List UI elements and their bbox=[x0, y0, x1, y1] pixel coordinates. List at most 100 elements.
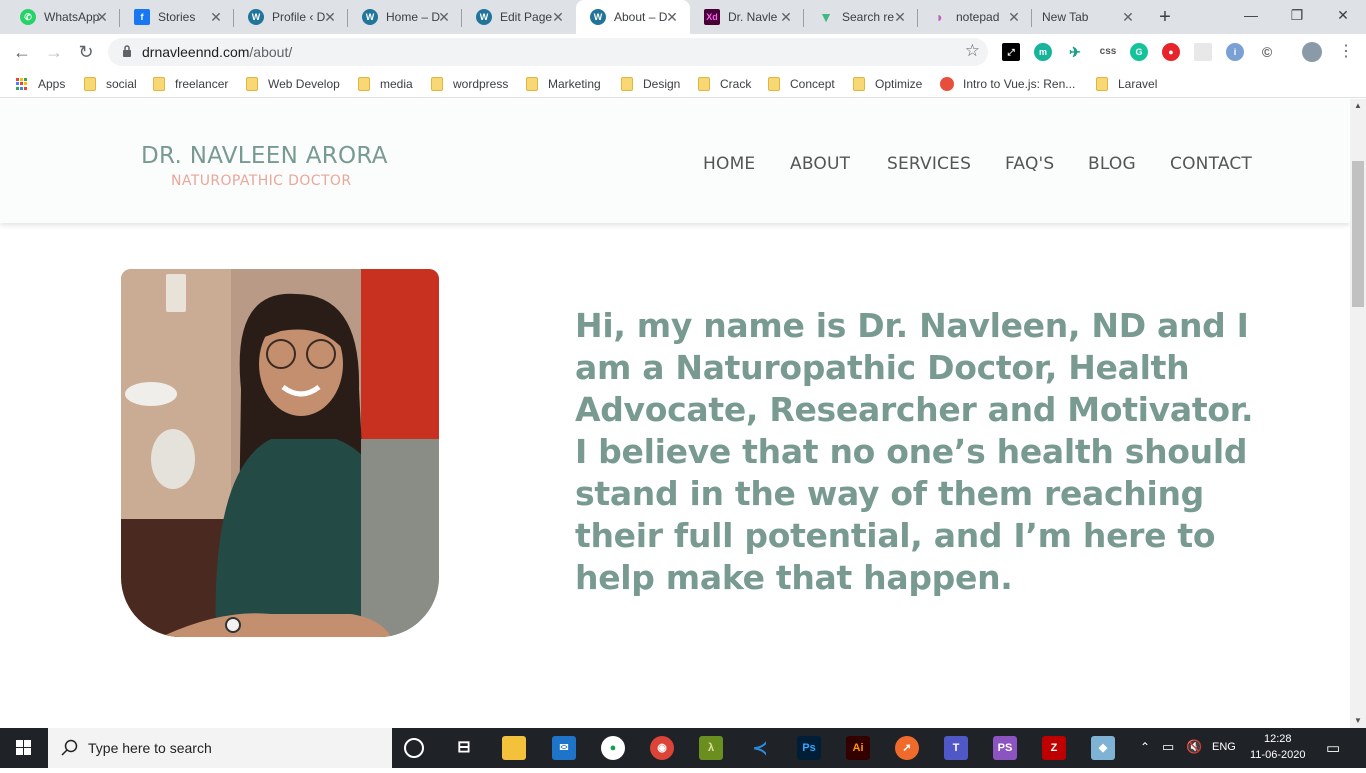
adblock-icon[interactable]: ● bbox=[1162, 43, 1180, 61]
bookmark-folder-concept[interactable]: Concept bbox=[768, 76, 835, 92]
cortana-icon[interactable] bbox=[404, 738, 424, 758]
language-indicator[interactable]: ENG bbox=[1212, 741, 1236, 753]
bookmark-label: Concept bbox=[790, 77, 835, 91]
extension-m-icon[interactable]: m bbox=[1034, 43, 1052, 61]
nav-blog[interactable]: BLOG bbox=[1088, 154, 1136, 174]
network-icon[interactable]: ▭ bbox=[1162, 739, 1174, 755]
windows-logo-icon bbox=[16, 740, 31, 755]
close-icon[interactable]: ✕ bbox=[436, 9, 452, 25]
notepad-icon: ◗ bbox=[935, 9, 945, 25]
bookmark-intro-to-vue[interactable]: Intro to Vue.js: Ren... bbox=[940, 76, 1075, 92]
profile-avatar[interactable] bbox=[1302, 42, 1322, 62]
forward-button[interactable]: → bbox=[42, 40, 66, 64]
bookmark-label: Optimize bbox=[875, 77, 923, 91]
back-button[interactable]: ← bbox=[10, 40, 34, 64]
close-icon[interactable]: ✕ bbox=[1006, 9, 1022, 25]
bookmark-label: Design bbox=[643, 77, 681, 91]
mongodb-icon[interactable]: ● bbox=[601, 736, 625, 760]
lambda-app-icon[interactable]: λ bbox=[699, 736, 723, 760]
extension-c-icon[interactable]: © bbox=[1258, 43, 1276, 61]
tab-facebook[interactable]: f Stories ✕ bbox=[120, 0, 234, 34]
illustrator-icon[interactable]: Ai bbox=[846, 736, 870, 760]
bookmark-folder-freelancer[interactable]: freelancer bbox=[153, 76, 228, 92]
extension-i-icon[interactable]: i bbox=[1226, 43, 1244, 61]
site-logo-name[interactable]: DR. NAVLEEN ARORA bbox=[141, 143, 388, 169]
clock-time[interactable]: 12:28 bbox=[1264, 733, 1292, 745]
clock-date[interactable]: 11-06-2020 bbox=[1250, 749, 1305, 761]
close-icon[interactable]: ✕ bbox=[322, 9, 338, 25]
task-view-icon[interactable]: ⊟ bbox=[452, 736, 476, 760]
scroll-up-arrow-icon[interactable]: ▲ bbox=[1350, 99, 1366, 113]
bookmark-folder-social[interactable]: social bbox=[84, 76, 137, 92]
nav-contact[interactable]: CONTACT bbox=[1170, 154, 1252, 174]
bookmark-folder-wordpress[interactable]: wordpress bbox=[431, 76, 508, 92]
bookmark-folder-crack[interactable]: Crack bbox=[698, 76, 751, 92]
close-icon[interactable]: ✕ bbox=[94, 9, 110, 25]
photoshop-icon[interactable]: Ps bbox=[797, 736, 821, 760]
reload-button[interactable]: ↻ bbox=[74, 40, 98, 64]
tab-edit-page[interactable]: W Edit Page ✕ bbox=[462, 0, 576, 34]
close-icon[interactable]: ✕ bbox=[550, 9, 566, 25]
close-window-button[interactable]: ✕ bbox=[1320, 0, 1366, 30]
apps-grid-icon bbox=[16, 78, 28, 90]
scroll-thumb[interactable] bbox=[1352, 161, 1364, 307]
tab-adobe-xd[interactable]: Xd Dr. Navle ✕ bbox=[690, 0, 804, 34]
scroll-down-arrow-icon[interactable]: ▼ bbox=[1350, 714, 1366, 728]
bookmark-folder-optimize[interactable]: Optimize bbox=[853, 76, 922, 92]
nav-services[interactable]: SERVICES bbox=[887, 154, 971, 174]
bookmark-folder-laravel[interactable]: Laravel bbox=[1096, 76, 1157, 92]
site-logo-tagline: NATUROPATHIC DOCTOR bbox=[171, 173, 352, 189]
notification-icon[interactable]: ▭ bbox=[1326, 739, 1340, 757]
tab-about[interactable]: W About – D ✕ bbox=[576, 0, 690, 34]
volume-muted-icon[interactable]: 🔇 bbox=[1186, 739, 1202, 755]
extension-bird-icon[interactable]: ✈ bbox=[1066, 43, 1084, 61]
bookmark-folder-marketing[interactable]: Marketing bbox=[526, 76, 601, 92]
minimize-button[interactable]: — bbox=[1228, 0, 1274, 30]
close-icon[interactable]: ✕ bbox=[1120, 9, 1136, 25]
close-icon[interactable]: ✕ bbox=[664, 9, 680, 25]
mail-icon[interactable]: ✉ bbox=[552, 736, 576, 760]
nav-about[interactable]: ABOUT bbox=[790, 154, 850, 174]
address-bar[interactable]: drnavleennd.com/about/ ☆ bbox=[108, 38, 988, 66]
tab-home[interactable]: W Home – D ✕ bbox=[348, 0, 462, 34]
folder-icon bbox=[768, 77, 780, 91]
css-extension-icon[interactable]: css bbox=[1098, 43, 1118, 61]
close-icon[interactable]: ✕ bbox=[208, 9, 224, 25]
restore-button[interactable]: ❐ bbox=[1274, 0, 1320, 30]
taskbar-search-box[interactable]: Type here to search bbox=[48, 728, 392, 768]
app-icon[interactable]: ◆ bbox=[1091, 736, 1115, 760]
wordpress-icon: W bbox=[590, 9, 606, 25]
tab-new-tab[interactable]: New Tab ✕ bbox=[1032, 0, 1146, 34]
menu-icon[interactable]: ⋮ bbox=[1334, 40, 1358, 64]
bookmark-apps[interactable]: Apps bbox=[16, 76, 65, 92]
file-explorer-icon[interactable] bbox=[502, 736, 526, 760]
nav-faqs[interactable]: FAQ'S bbox=[1005, 154, 1054, 174]
url-host: drnavleennd.com bbox=[142, 44, 250, 60]
bookmark-star-icon[interactable]: ☆ bbox=[965, 41, 980, 61]
nav-home[interactable]: HOME bbox=[703, 154, 755, 174]
extension-icon[interactable]: ⤢ bbox=[1002, 43, 1020, 61]
tab-profile[interactable]: W Profile ‹ D ✕ bbox=[234, 0, 348, 34]
tab-search[interactable]: ▼ Search re ✕ bbox=[804, 0, 918, 34]
tab-whatsapp[interactable]: ✆ WhatsApp ✕ bbox=[6, 0, 120, 34]
postman-icon[interactable]: ➚ bbox=[895, 736, 919, 760]
teams-icon[interactable]: T bbox=[944, 736, 968, 760]
filezilla-icon[interactable]: Z bbox=[1042, 736, 1066, 760]
show-hidden-icons-icon[interactable]: ⌃ bbox=[1140, 740, 1150, 754]
tab-notepad[interactable]: ◗ notepad ✕ bbox=[918, 0, 1032, 34]
folder-icon bbox=[84, 77, 96, 91]
bookmark-folder-web-develop[interactable]: Web Develop bbox=[246, 76, 340, 92]
extension-blank-icon[interactable] bbox=[1194, 43, 1212, 61]
close-icon[interactable]: ✕ bbox=[892, 9, 908, 25]
chrome-icon[interactable]: ◉ bbox=[650, 736, 674, 760]
new-tab-button[interactable]: + bbox=[1154, 6, 1176, 28]
start-button[interactable] bbox=[0, 728, 48, 768]
whatsapp-icon: ✆ bbox=[20, 9, 36, 25]
bookmark-folder-media[interactable]: media bbox=[358, 76, 413, 92]
close-icon[interactable]: ✕ bbox=[778, 9, 794, 25]
page-scrollbar[interactable]: ▲ ▼ bbox=[1350, 99, 1366, 728]
phpstorm-icon[interactable]: PS bbox=[993, 736, 1017, 760]
bookmark-folder-design[interactable]: Design bbox=[621, 76, 680, 92]
grammarly-icon[interactable]: G bbox=[1130, 43, 1148, 61]
vscode-icon[interactable]: ≺ bbox=[748, 736, 772, 760]
